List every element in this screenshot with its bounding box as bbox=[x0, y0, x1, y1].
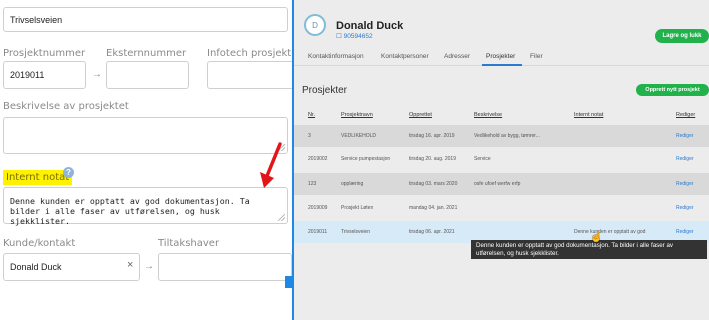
project-number-input[interactable]: 2019011 bbox=[3, 61, 86, 89]
cell-created: tirsdag 06. apr. 2021 bbox=[409, 229, 455, 235]
action-owner-label: Tiltakshaver bbox=[158, 238, 220, 249]
tab-addresses[interactable]: Adresser bbox=[444, 53, 470, 60]
scrollbar-thumb[interactable] bbox=[285, 276, 293, 288]
external-number-input[interactable] bbox=[106, 61, 189, 89]
cell-created: tirsdag 16. apr. 2019 bbox=[409, 133, 455, 139]
cell-created: tirsdag 03. mars 2020 bbox=[409, 181, 458, 187]
table-row[interactable]: 2019002 Service pumpestasjon tirsdag 20.… bbox=[294, 148, 709, 170]
red-arrow-annotation-icon bbox=[260, 142, 282, 188]
infotech-id-label: Infotech prosjekt-id bbox=[207, 48, 292, 59]
cell-name: VEDLIKEHOLD bbox=[341, 133, 377, 139]
customer-contact-label: Kunde/kontakt bbox=[3, 238, 76, 249]
column-header[interactable]: Nr. bbox=[308, 112, 315, 118]
column-header[interactable]: Prosjektnavn bbox=[341, 112, 373, 118]
table-row[interactable]: 3 VEDLIKEHOLD tirsdag 16. apr. 2019 Vedl… bbox=[294, 125, 709, 147]
cell-nr: 2019009 bbox=[308, 205, 328, 211]
external-number-label: Eksternnummer bbox=[106, 48, 187, 59]
internal-note-tooltip: Denne kunden er opptatt av god dokumenta… bbox=[471, 240, 707, 259]
description-label: Beskrivelse av prosjektet bbox=[3, 101, 129, 112]
avatar: D bbox=[304, 14, 326, 36]
cell-description: Service bbox=[474, 156, 491, 162]
table-row[interactable]: 123 opplæring tirsdag 03. mars 2020 osfe… bbox=[294, 173, 709, 195]
customer-contact-select[interactable]: Donald Duck bbox=[3, 253, 140, 281]
tab-projects[interactable]: Prosjekter bbox=[486, 53, 515, 60]
edit-link[interactable]: Rediger bbox=[676, 205, 694, 211]
edit-link[interactable]: Rediger bbox=[676, 229, 694, 235]
cell-nr: 3 bbox=[308, 133, 311, 139]
customer-phone[interactable]: ☐ 90594652 bbox=[336, 32, 373, 40]
active-tab-indicator bbox=[482, 64, 522, 66]
edit-link[interactable]: Rediger bbox=[676, 181, 694, 187]
create-project-button[interactable]: Opprett nytt prosjekt bbox=[636, 84, 709, 96]
internal-note-text: Denne kunden er opptatt av god dokumenta… bbox=[10, 196, 250, 226]
customer-header: D Donald Duck ☐ 90594652 Lagre og lukk bbox=[294, 8, 709, 44]
cell-created: tirsdag 20. aug. 2019 bbox=[409, 156, 456, 162]
phone-icon: ☐ bbox=[336, 33, 344, 40]
cell-name: Trivselsveien bbox=[341, 229, 370, 235]
tab-contact-persons[interactable]: Kontaktpersoner bbox=[381, 53, 429, 60]
cell-name: Prosjekt Løten bbox=[341, 205, 374, 211]
column-header[interactable]: Internt notat bbox=[574, 112, 603, 118]
project-number-label: Prosjektnummer bbox=[3, 48, 86, 59]
infotech-id-input[interactable] bbox=[207, 61, 292, 89]
cell-nr: 2019011 bbox=[308, 229, 328, 235]
tab-contact-info[interactable]: Kontaktinformasjon bbox=[308, 53, 364, 60]
cell-name: Service pumpestasjon bbox=[341, 156, 391, 162]
clear-icon[interactable]: × bbox=[127, 259, 133, 271]
tab-files[interactable]: Filer bbox=[530, 53, 543, 60]
cell-description: Vedlikehold av bygg, tømrer... bbox=[474, 133, 540, 139]
column-header[interactable]: Rediger bbox=[676, 112, 695, 118]
arrow-right-icon: → bbox=[144, 261, 154, 272]
arrow-right-icon: → bbox=[92, 69, 102, 80]
save-and-close-button[interactable]: Lagre og lukk bbox=[655, 29, 709, 43]
project-name-input[interactable]: Trivselsveien bbox=[3, 7, 288, 32]
cell-note: Denne kunden er opptatt av god bbox=[574, 229, 646, 235]
phone-number: 90594652 bbox=[343, 33, 373, 40]
customer-panel: D Donald Duck ☐ 90594652 Lagre og lukk K… bbox=[294, 0, 709, 320]
internal-note-label: Internt notat bbox=[3, 170, 73, 185]
column-header[interactable]: Opprettet bbox=[409, 112, 432, 118]
projects-table-header: Nr. Prosjektnavn Opprettet Beskrivelse I… bbox=[294, 108, 709, 124]
tab-bar: Kontaktinformasjon Kontaktpersoner Adres… bbox=[294, 50, 709, 66]
cell-description: osfe ufoef werfw erfp bbox=[474, 181, 521, 187]
cell-name: opplæring bbox=[341, 181, 364, 187]
help-icon[interactable]: ? bbox=[63, 167, 74, 178]
cell-created: mandag 04. jan. 2021 bbox=[409, 205, 458, 211]
cell-nr: 123 bbox=[308, 181, 317, 187]
column-header[interactable]: Beskrivelse bbox=[474, 112, 502, 118]
projects-title: Prosjekter bbox=[302, 85, 348, 96]
hand-cursor-icon: ☝ bbox=[590, 232, 603, 243]
description-textarea[interactable] bbox=[3, 117, 288, 154]
edit-link[interactable]: Rediger bbox=[676, 133, 694, 139]
table-row[interactable]: 2019009 Prosjekt Løten mandag 04. jan. 2… bbox=[294, 197, 709, 219]
project-form: Trivselsveien Prosjektnummer Eksternnumm… bbox=[0, 0, 292, 320]
resize-grip-icon[interactable] bbox=[278, 214, 285, 221]
edit-link[interactable]: Rediger bbox=[676, 156, 694, 162]
cell-nr: 2019002 bbox=[308, 156, 328, 162]
customer-name: Donald Duck bbox=[336, 20, 404, 32]
action-owner-input[interactable] bbox=[158, 253, 292, 281]
